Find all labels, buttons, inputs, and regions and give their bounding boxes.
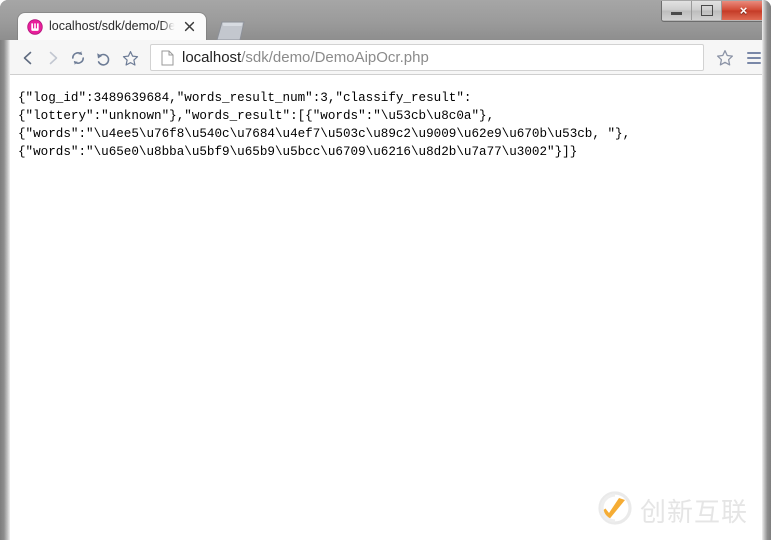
maximize-icon [700, 5, 713, 16]
bookmark-page-star-icon[interactable] [714, 47, 736, 69]
menu-line [747, 52, 761, 54]
address-bar-url: localhost/sdk/demo/DemoAipOcr.php [182, 47, 429, 69]
menu-line [747, 62, 761, 64]
document-icon [161, 50, 174, 66]
chuangxin-hulian-logo-icon [596, 489, 634, 532]
forward-icon[interactable] [43, 48, 63, 68]
tab-strip: localhost/sdk/demo/De × [0, 0, 771, 41]
browser-window: localhost/sdk/demo/De × localhost/sdk/de… [0, 0, 771, 540]
tab-title: localhost/sdk/demo/De [49, 17, 177, 36]
new-tab-button[interactable] [211, 21, 245, 41]
browser-toolbar: localhost/sdk/demo/DemoAipOcr.php [10, 40, 762, 75]
window-left-edge [0, 40, 10, 540]
tab-close-icon[interactable] [182, 19, 197, 34]
watermark: 创新互联 [596, 489, 748, 532]
history-back-arrow-icon[interactable] [94, 48, 114, 68]
url-host: localhost [182, 49, 242, 66]
back-icon[interactable] [18, 48, 38, 68]
bookmark-star-icon[interactable] [120, 48, 140, 68]
address-bar[interactable]: localhost/sdk/demo/DemoAipOcr.php [150, 44, 704, 71]
url-path: /sdk/demo/DemoAipOcr.php [241, 49, 429, 66]
minimize-button[interactable] [662, 1, 692, 20]
minimize-icon [671, 12, 682, 15]
browser-tab[interactable]: localhost/sdk/demo/De [18, 13, 206, 40]
json-response-text: {"log_id":3489639684,"words_result_num":… [18, 91, 631, 159]
menu-line [747, 57, 761, 59]
window-controls: × [661, 1, 766, 22]
window-right-edge [762, 0, 771, 540]
wampserver-icon [27, 19, 43, 35]
close-window-button[interactable]: × [722, 1, 765, 20]
maximize-button[interactable] [692, 1, 722, 20]
page-viewport: {"log_id":3489639684,"words_result_num":… [10, 75, 762, 540]
close-icon: × [739, 3, 748, 18]
watermark-text: 创新互联 [639, 498, 748, 528]
reload-icon[interactable] [68, 48, 88, 68]
